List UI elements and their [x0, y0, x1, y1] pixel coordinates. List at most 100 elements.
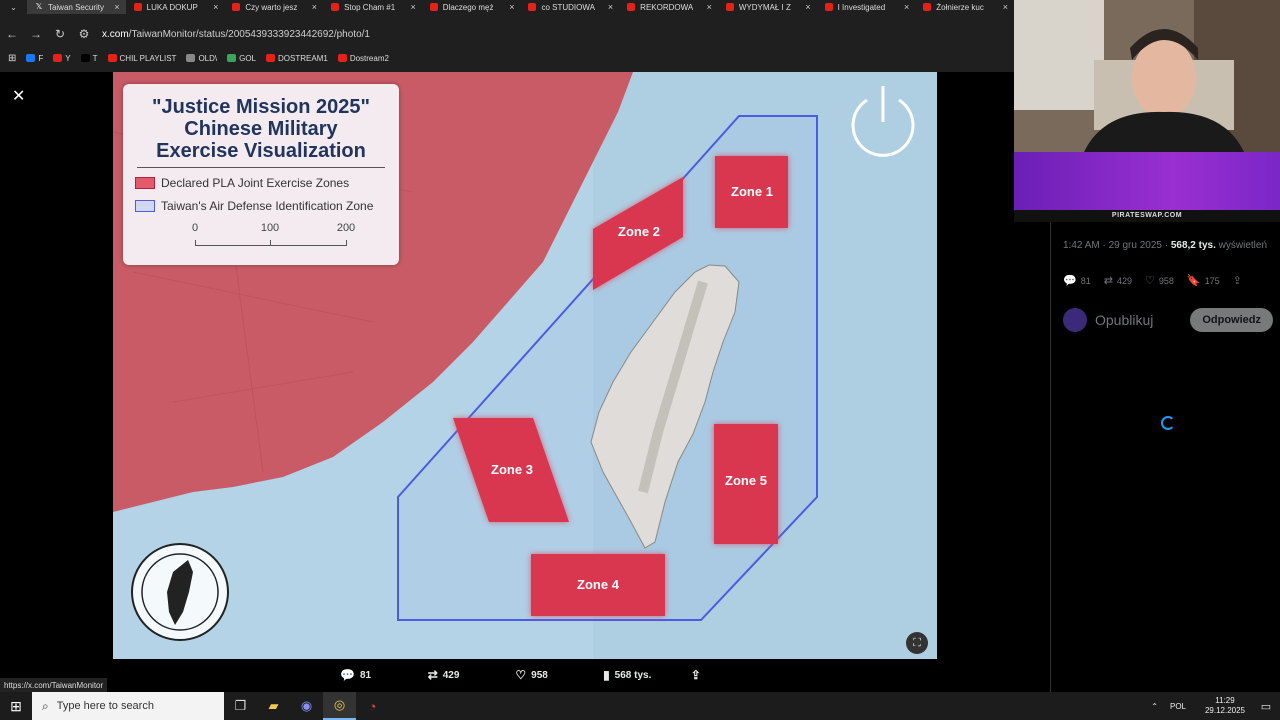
youtube-icon — [923, 3, 932, 11]
bookmark-favicon-icon — [107, 54, 117, 62]
bookmarks-bar: ⊞ F Y T CHIL PLAYLIST OLD\ GOL DOSTREAM1 Dostre… — [0, 50, 1014, 66]
sidebar-repost[interactable]: ⇄ 429 — [1104, 274, 1132, 287]
bookmark-item[interactable]: Y — [53, 54, 71, 63]
browser-tab[interactable]: Czy warto jesz × — [224, 0, 323, 14]
sidebar-like[interactable]: ♡ 958 — [1145, 274, 1174, 287]
sidebar-bookmark[interactable]: 🔖 175 — [1187, 274, 1220, 287]
legend-item-adiz: Taiwan's Air Defense Identification Zone — [135, 199, 387, 213]
legend-label: Declared PLA Joint Exercise Zones — [161, 176, 350, 190]
scale-line — [195, 240, 347, 246]
taiwan-security-monitor-seal — [131, 543, 229, 641]
reply-composer: Opublikuj Odpowiedz — [1063, 308, 1273, 332]
view-count: 568 tys. — [614, 669, 652, 681]
browser-tab[interactable]: co STUDIOWA × — [520, 0, 619, 14]
scale-tick: 0 — [191, 222, 199, 234]
tab-close-icon[interactable]: × — [805, 2, 810, 12]
youtube-icon — [133, 3, 142, 11]
sidebar-share[interactable]: ⇪ — [1233, 274, 1246, 287]
repost-action[interactable]: ⇄ 429 — [428, 668, 516, 682]
reload-button[interactable]: ↻ — [48, 27, 72, 41]
tab-close-icon[interactable]: × — [904, 2, 909, 12]
scale-tick: 200 — [336, 222, 356, 234]
file-explorer-icon[interactable]: ▰ — [257, 692, 290, 720]
task-view-icon[interactable]: ❐ — [224, 692, 257, 720]
language-indicator[interactable]: POL — [1170, 702, 1186, 711]
browser-tab[interactable]: Stop Cham #1 × — [323, 0, 422, 14]
bookmark-label: DOSTREAM1 — [278, 53, 328, 63]
chevron-up-icon[interactable]: ⌃ — [1151, 702, 1158, 711]
browser-tab[interactable]: WYDYMAŁ I Z × — [718, 0, 817, 14]
reply-action[interactable]: 💬 81 — [340, 668, 428, 682]
bookmark-item[interactable]: Dostream2 — [337, 54, 389, 63]
url-field[interactable]: x.com/TaiwanMonitor/status/2005439333923… — [102, 29, 370, 40]
tab-close-icon[interactable]: × — [707, 2, 712, 12]
bookmark-icon: 🔖 — [1186, 275, 1201, 287]
bookmark-item[interactable]: T — [80, 53, 98, 63]
tab-close-icon[interactable]: × — [1003, 2, 1008, 12]
legend-label: Taiwan's Air Defense Identification Zone — [161, 199, 374, 213]
tab-close-icon[interactable]: × — [213, 2, 218, 12]
site-info-icon[interactable]: ⚙ — [72, 27, 96, 41]
close-icon[interactable]: ✕ — [12, 86, 25, 106]
clock[interactable]: 11:29 29.12.2025 — [1198, 696, 1252, 716]
bookmark-label: T — [92, 53, 98, 63]
youtube-icon — [824, 3, 833, 11]
tab-title: Żołnierze kuc — [936, 2, 984, 12]
youtube-icon — [331, 3, 340, 11]
apps-grid-icon[interactable]: ⊞ — [8, 53, 16, 64]
discord-icon[interactable]: ◉ — [290, 692, 323, 720]
system-tray: ⌃ POL 11:29 29.12.2025 ▭ — [1151, 692, 1280, 720]
bookmark-item[interactable]: OLD\ — [186, 54, 217, 63]
tab-strip-spacer — [0, 14, 1014, 22]
browser-tab[interactable]: Żołnierze kuc × — [915, 0, 1014, 14]
tab-title: Stop Cham #1 — [344, 2, 396, 12]
browser-tab[interactable]: Dlaczego męż × — [422, 0, 521, 14]
browser-tab[interactable]: LUKA DOKUP × — [126, 0, 225, 14]
bookmark-favicon-icon — [227, 54, 237, 62]
zone-3-label: Zone 3 — [491, 462, 533, 477]
tab-close-icon[interactable]: × — [509, 2, 514, 12]
like-action[interactable]: ♡ 958 — [515, 668, 603, 682]
tab-search-button[interactable]: ⌄ — [0, 0, 27, 14]
reply-button[interactable]: Odpowiedz — [1190, 308, 1273, 332]
windows-start-icon[interactable]: ⊞ — [0, 692, 32, 720]
views-action[interactable]: ▮ 568 tys. — [603, 668, 691, 682]
tab-title: WYDYMAŁ I Z — [738, 2, 791, 12]
bookmark-label: F — [38, 53, 44, 63]
post-stats: 💬 81 ⇄ 429 ♡ 958 🔖 175 ⇪ — [1063, 274, 1259, 287]
webcam-image — [1014, 0, 1280, 152]
forward-button[interactable]: → — [24, 27, 48, 41]
bookmark-item[interactable]: GOL — [227, 54, 256, 63]
browser-tab[interactable]: REKORDOWA × — [619, 0, 718, 14]
chrome-icon[interactable]: ◎ — [323, 692, 356, 720]
bookmark-favicon-icon — [80, 54, 90, 62]
scale-mid-tick — [270, 240, 271, 246]
bookmark-item[interactable]: CHIL PLAYLIST — [107, 54, 176, 63]
legend-swatch-red — [135, 177, 155, 189]
tab-title: I Investigated — [837, 2, 886, 12]
taskbar-search[interactable]: ⌕ Type here to search — [32, 692, 224, 720]
bookmark-item[interactable]: DOSTREAM1 — [266, 54, 328, 63]
bookmark-item[interactable]: F — [26, 54, 43, 63]
views-icon: ▮ — [603, 668, 610, 682]
browser-tab[interactable]: I Investigated × — [817, 0, 916, 14]
sidebar-reply[interactable]: 💬 81 — [1063, 274, 1091, 287]
tab-close-icon[interactable]: × — [608, 2, 613, 12]
browser-tab[interactable]: 𝕏 Taiwan Security × — [26, 0, 126, 14]
post-action-bar: 💬 81 ⇄ 429 ♡ 958 ▮ 568 tys. ⇪ — [340, 660, 720, 690]
youtube-icon — [627, 3, 636, 11]
bookmark-label: GOL — [239, 53, 257, 63]
taskbar: ⊞ ⌕ Type here to search ❐ ▰ ◉ ◎ ◔ ⌃ POL 1… — [0, 692, 1280, 720]
tab-title: Taiwan Security — [47, 2, 104, 12]
expand-icon[interactable]: ⛶ — [906, 632, 928, 654]
reply-input[interactable]: Opublikuj — [1095, 312, 1190, 328]
share-action[interactable]: ⇪ — [691, 668, 720, 682]
url-host: x.com — [102, 28, 129, 40]
tab-close-icon[interactable]: × — [312, 2, 317, 12]
back-button[interactable]: ← — [0, 27, 24, 41]
app-icon[interactable]: ◔ — [356, 692, 389, 720]
tab-close-icon[interactable]: × — [114, 2, 119, 12]
notification-icon[interactable]: ▭ — [1252, 700, 1280, 713]
tab-close-icon[interactable]: × — [411, 2, 416, 12]
heart-icon: ♡ — [515, 668, 527, 682]
